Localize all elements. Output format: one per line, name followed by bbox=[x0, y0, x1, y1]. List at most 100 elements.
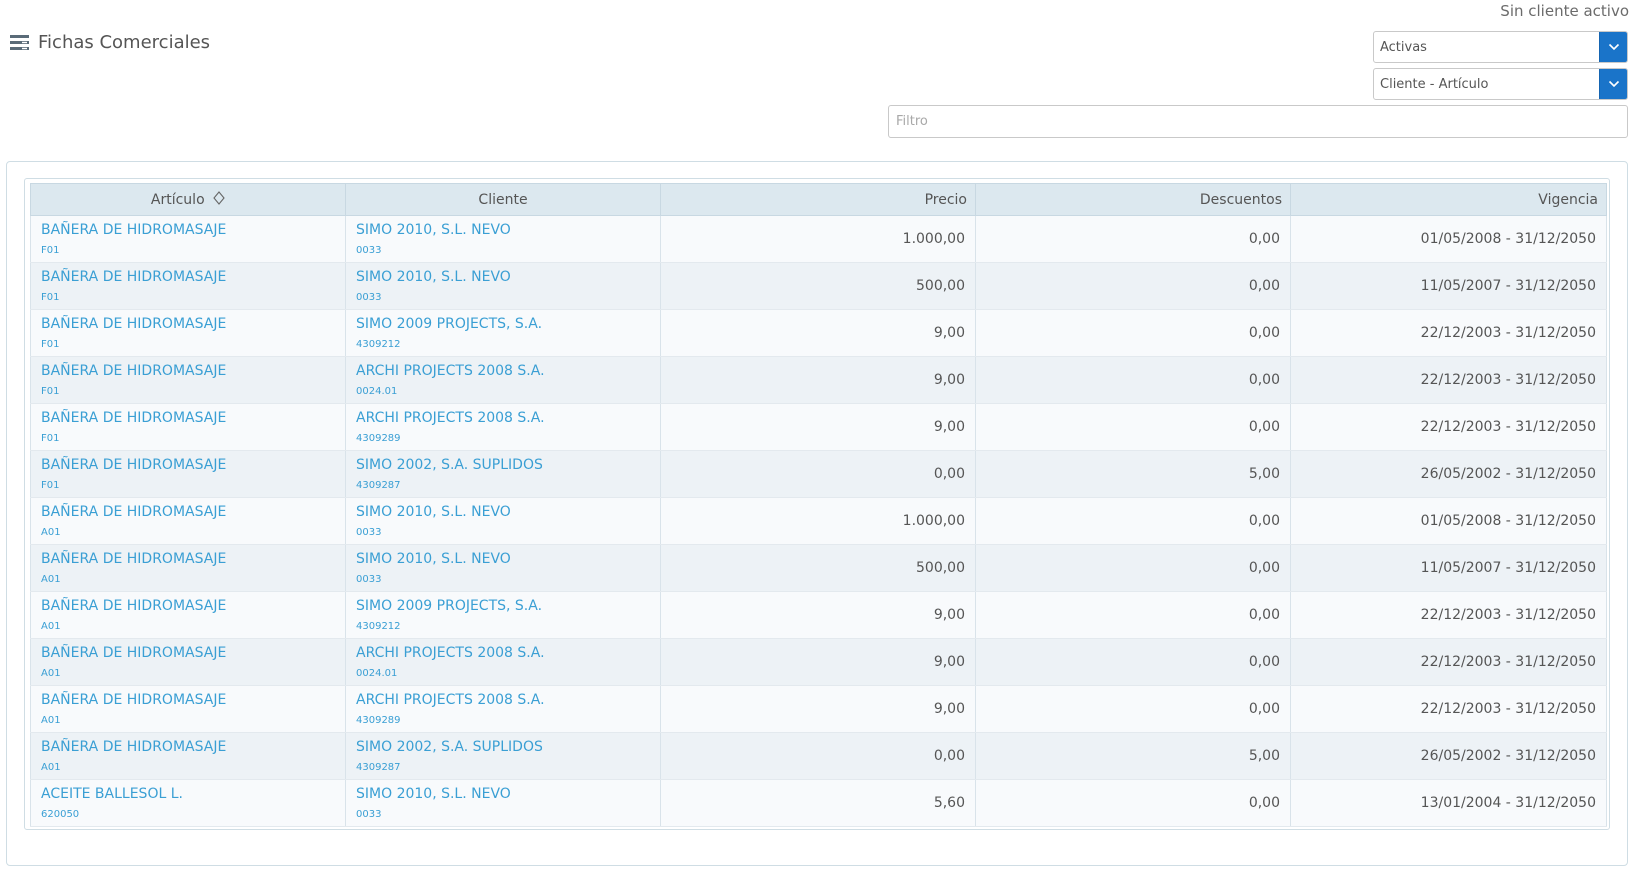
filter-input[interactable] bbox=[888, 105, 1628, 138]
cliente-code-link[interactable]: 4309212 bbox=[356, 338, 650, 351]
column-header-precio[interactable]: Precio bbox=[660, 183, 976, 216]
page-title: Fichas Comerciales bbox=[38, 32, 211, 53]
cliente-link[interactable]: ARCHI PROJECTS 2008 S.A. bbox=[356, 363, 650, 380]
chevron-down-icon[interactable] bbox=[1599, 69, 1627, 99]
cell-articulo: BAÑERA DE HIDROMASAJE F01 bbox=[30, 450, 346, 498]
articulo-code-link[interactable]: F01 bbox=[41, 432, 335, 445]
grouping-select-value: Cliente - Artículo bbox=[1380, 76, 1489, 92]
cliente-link[interactable]: SIMO 2009 PROJECTS, S.A. bbox=[356, 598, 650, 615]
cliente-link[interactable]: SIMO 2010, S.L. NEVO bbox=[356, 269, 650, 286]
cliente-code-link[interactable]: 0033 bbox=[356, 291, 650, 304]
articulo-link[interactable]: BAÑERA DE HIDROMASAJE bbox=[41, 504, 335, 521]
cliente-code-link[interactable]: 0024.01 bbox=[356, 667, 650, 680]
articulo-link[interactable]: BAÑERA DE HIDROMASAJE bbox=[41, 269, 335, 286]
table-row[interactable]: BAÑERA DE HIDROMASAJE A01 SIMO 2010, S.L. … bbox=[30, 544, 1607, 592]
cliente-code-link[interactable]: 4309212 bbox=[356, 620, 650, 633]
table-row[interactable]: BAÑERA DE HIDROMASAJE F01 ARCHI PROJECTS 2… bbox=[30, 403, 1607, 451]
articulo-link[interactable]: BAÑERA DE HIDROMASAJE bbox=[41, 739, 335, 756]
sort-icon[interactable] bbox=[213, 190, 225, 209]
articulo-code-link[interactable]: F01 bbox=[41, 479, 335, 492]
cliente-code-link[interactable]: 0033 bbox=[356, 808, 650, 821]
chevron-down-icon[interactable] bbox=[1599, 32, 1627, 62]
cell-articulo: BAÑERA DE HIDROMASAJE A01 bbox=[30, 497, 346, 545]
cliente-code-link[interactable]: 0033 bbox=[356, 526, 650, 539]
articulo-link[interactable]: ACEITE BALLESOL L. bbox=[41, 786, 335, 803]
cliente-code-link[interactable]: 4309289 bbox=[356, 714, 650, 727]
articulo-link[interactable]: BAÑERA DE HIDROMASAJE bbox=[41, 551, 335, 568]
cell-articulo: BAÑERA DE HIDROMASAJE A01 bbox=[30, 732, 346, 780]
table-row[interactable]: BAÑERA DE HIDROMASAJE F01 SIMO 2002, S.A. … bbox=[30, 450, 1607, 498]
cell-descuentos: 5,00 bbox=[975, 450, 1291, 498]
cliente-link[interactable]: SIMO 2010, S.L. NEVO bbox=[356, 786, 650, 803]
cliente-link[interactable]: SIMO 2010, S.L. NEVO bbox=[356, 551, 650, 568]
articulo-code-link[interactable]: A01 bbox=[41, 667, 335, 680]
cliente-link[interactable]: SIMO 2009 PROJECTS, S.A. bbox=[356, 316, 650, 333]
column-header-descuentos[interactable]: Descuentos bbox=[975, 183, 1291, 216]
articulo-link[interactable]: BAÑERA DE HIDROMASAJE bbox=[41, 598, 335, 615]
articulo-link[interactable]: BAÑERA DE HIDROMASAJE bbox=[41, 457, 335, 474]
articulo-code-link[interactable]: A01 bbox=[41, 573, 335, 586]
articulo-link[interactable]: BAÑERA DE HIDROMASAJE bbox=[41, 222, 335, 239]
cliente-link[interactable]: SIMO 2010, S.L. NEVO bbox=[356, 222, 650, 239]
cell-precio: 9,00 bbox=[660, 685, 976, 733]
cliente-link[interactable]: ARCHI PROJECTS 2008 S.A. bbox=[356, 692, 650, 709]
table-header-row: Artículo Cliente Precio Descuentos Vigen… bbox=[30, 183, 1607, 216]
articulo-link[interactable]: BAÑERA DE HIDROMASAJE bbox=[41, 316, 335, 333]
cell-cliente: SIMO 2010, S.L. NEVO 0033 bbox=[345, 544, 661, 592]
table-row[interactable]: BAÑERA DE HIDROMASAJE A01 SIMO 2010, S.L. … bbox=[30, 497, 1607, 545]
cell-descuentos: 0,00 bbox=[975, 262, 1291, 310]
cliente-code-link[interactable]: 4309287 bbox=[356, 761, 650, 774]
articulo-code-link[interactable]: A01 bbox=[41, 620, 335, 633]
cell-precio: 0,00 bbox=[660, 732, 976, 780]
cell-cliente: SIMO 2010, S.L. NEVO 0033 bbox=[345, 497, 661, 545]
articulo-link[interactable]: BAÑERA DE HIDROMASAJE bbox=[41, 363, 335, 380]
articulo-code-link[interactable]: 620050 bbox=[41, 808, 335, 821]
articulo-link[interactable]: BAÑERA DE HIDROMASAJE bbox=[41, 645, 335, 662]
articulo-link[interactable]: BAÑERA DE HIDROMASAJE bbox=[41, 410, 335, 427]
table-row[interactable]: BAÑERA DE HIDROMASAJE A01 ARCHI PROJECTS 2… bbox=[30, 685, 1607, 733]
table-row[interactable]: BAÑERA DE HIDROMASAJE A01 SIMO 2009 PROJEC… bbox=[30, 591, 1607, 639]
cliente-code-link[interactable]: 0033 bbox=[356, 573, 650, 586]
status-select[interactable]: Activas bbox=[1373, 31, 1628, 63]
cell-descuentos: 0,00 bbox=[975, 638, 1291, 686]
cell-precio: 9,00 bbox=[660, 591, 976, 639]
articulo-code-link[interactable]: A01 bbox=[41, 761, 335, 774]
cell-precio: 9,00 bbox=[660, 356, 976, 404]
cell-cliente: ARCHI PROJECTS 2008 S.A. 0024.01 bbox=[345, 356, 661, 404]
cliente-link[interactable]: ARCHI PROJECTS 2008 S.A. bbox=[356, 645, 650, 662]
articulo-code-link[interactable]: F01 bbox=[41, 244, 335, 257]
table-row[interactable]: BAÑERA DE HIDROMASAJE A01 ARCHI PROJECTS 2… bbox=[30, 638, 1607, 686]
cliente-code-link[interactable]: 0024.01 bbox=[356, 385, 650, 398]
cliente-code-link[interactable]: 4309289 bbox=[356, 432, 650, 445]
cell-articulo: BAÑERA DE HIDROMASAJE F01 bbox=[30, 356, 346, 404]
table-row[interactable]: BAÑERA DE HIDROMASAJE F01 SIMO 2010, S.L. … bbox=[30, 215, 1607, 263]
cliente-link[interactable]: ARCHI PROJECTS 2008 S.A. bbox=[356, 410, 650, 427]
cliente-code-link[interactable]: 4309287 bbox=[356, 479, 650, 492]
column-header-articulo[interactable]: Artículo bbox=[30, 183, 346, 216]
articulo-code-link[interactable]: F01 bbox=[41, 338, 335, 351]
articulo-code-link[interactable]: F01 bbox=[41, 385, 335, 398]
table-row[interactable]: BAÑERA DE HIDROMASAJE F01 ARCHI PROJECTS 2… bbox=[30, 356, 1607, 404]
articulo-link[interactable]: BAÑERA DE HIDROMASAJE bbox=[41, 692, 335, 709]
cliente-link[interactable]: SIMO 2010, S.L. NEVO bbox=[356, 504, 650, 521]
table-row[interactable]: BAÑERA DE HIDROMASAJE A01 SIMO 2002, S.A. … bbox=[30, 732, 1607, 780]
cell-cliente: ARCHI PROJECTS 2008 S.A. 4309289 bbox=[345, 685, 661, 733]
cell-vigencia: 22/12/2003 - 31/12/2050 bbox=[1290, 403, 1607, 451]
cliente-code-link[interactable]: 0033 bbox=[356, 244, 650, 257]
table-row[interactable]: BAÑERA DE HIDROMASAJE F01 SIMO 2010, S.L. … bbox=[30, 262, 1607, 310]
column-header-vigencia[interactable]: Vigencia bbox=[1290, 183, 1607, 216]
cell-vigencia: 11/05/2007 - 31/12/2050 bbox=[1290, 544, 1607, 592]
articulo-code-link[interactable]: A01 bbox=[41, 526, 335, 539]
commercial-records-table: Artículo Cliente Precio Descuentos Vigen… bbox=[30, 183, 1607, 827]
cell-descuentos: 0,00 bbox=[975, 779, 1291, 827]
cliente-link[interactable]: SIMO 2002, S.A. SUPLIDOS bbox=[356, 739, 650, 756]
table-row[interactable]: ACEITE BALLESOL L. 620050 SIMO 2010, S.L. … bbox=[30, 779, 1607, 827]
articulo-code-link[interactable]: F01 bbox=[41, 291, 335, 304]
cell-articulo: BAÑERA DE HIDROMASAJE F01 bbox=[30, 403, 346, 451]
cell-articulo: BAÑERA DE HIDROMASAJE A01 bbox=[30, 638, 346, 686]
table-row[interactable]: BAÑERA DE HIDROMASAJE F01 SIMO 2009 PROJEC… bbox=[30, 309, 1607, 357]
grouping-select[interactable]: Cliente - Artículo bbox=[1373, 68, 1628, 100]
column-header-cliente[interactable]: Cliente bbox=[345, 183, 661, 216]
cliente-link[interactable]: SIMO 2002, S.A. SUPLIDOS bbox=[356, 457, 650, 474]
articulo-code-link[interactable]: A01 bbox=[41, 714, 335, 727]
